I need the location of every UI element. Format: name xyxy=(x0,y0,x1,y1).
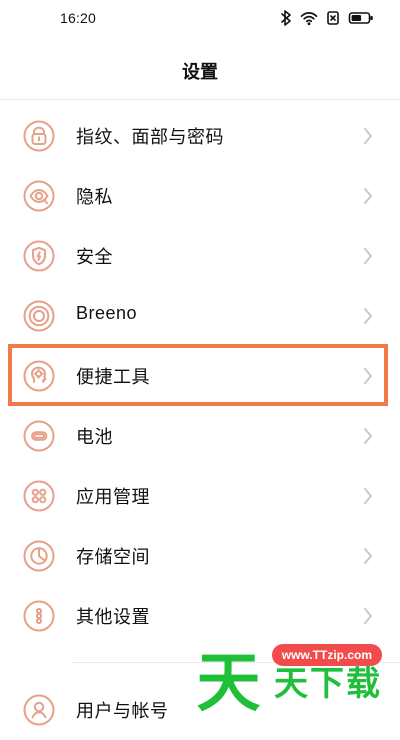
battery-icon xyxy=(23,420,55,452)
apps-grid-icon xyxy=(23,480,55,512)
status-icons xyxy=(280,10,374,26)
settings-item-label: 用户与帐号 xyxy=(76,701,169,721)
page-title: 设置 xyxy=(182,62,218,82)
settings-item-label: 其他设置 xyxy=(76,607,150,627)
settings-item-label: 安全 xyxy=(76,247,113,267)
chevron-right-icon xyxy=(362,606,374,626)
settings-item-battery[interactable]: 电池 xyxy=(0,406,400,466)
head-tools-icon xyxy=(23,360,55,392)
storage-pie-icon xyxy=(23,540,55,572)
settings-item-app-management[interactable]: 应用管理 xyxy=(0,466,400,526)
settings-item-label: 隐私 xyxy=(76,187,113,207)
settings-item-storage[interactable]: 存储空间 xyxy=(0,526,400,586)
settings-item-fingerprint-face-password[interactable]: 指纹、面部与密码 xyxy=(0,106,400,166)
settings-item-label: Breeno xyxy=(76,303,138,323)
privacy-eye-icon xyxy=(23,180,55,212)
chevron-right-icon xyxy=(362,246,374,266)
chevron-right-icon xyxy=(362,306,374,326)
status-bar: 16:20 xyxy=(0,0,400,36)
chevron-right-icon xyxy=(362,546,374,566)
settings-list: 指纹、面部与密码 隐私 安全 Breeno 便捷工具 电池 应用管理 存储空间 … xyxy=(0,106,400,646)
settings-item-breeno[interactable]: Breeno xyxy=(0,286,400,346)
shield-bolt-icon xyxy=(23,240,55,272)
section-divider xyxy=(72,662,400,663)
lock-icon xyxy=(23,120,55,152)
status-time: 16:20 xyxy=(60,10,97,26)
settings-item-label: 电池 xyxy=(76,427,113,447)
settings-item-users-accounts[interactable]: 用户与帐号 xyxy=(0,680,400,740)
settings-item-label: 存储空间 xyxy=(76,547,150,567)
chevron-right-icon xyxy=(362,126,374,146)
sim-x-icon xyxy=(326,10,340,26)
settings-item-convenience-tools[interactable]: 便捷工具 xyxy=(0,346,400,406)
settings-item-security[interactable]: 安全 xyxy=(0,226,400,286)
more-dots-icon xyxy=(23,600,55,632)
settings-item-label: 便捷工具 xyxy=(76,367,150,387)
chevron-right-icon xyxy=(362,486,374,506)
chevron-right-icon xyxy=(362,186,374,206)
wifi-icon xyxy=(300,10,318,26)
settings-item-label: 应用管理 xyxy=(76,487,150,507)
breeno-rings-icon xyxy=(23,300,55,332)
chevron-right-icon xyxy=(362,366,374,386)
settings-screen: 16:20 设置 指纹、面部与密码 隐私 安全 Breeno 便捷工具 电池 应… xyxy=(0,0,400,740)
battery-status-icon xyxy=(348,10,374,26)
chevron-right-icon xyxy=(362,426,374,446)
user-icon xyxy=(23,694,55,726)
settings-item-privacy[interactable]: 隐私 xyxy=(0,166,400,226)
settings-item-label: 指纹、面部与密码 xyxy=(76,127,224,147)
settings-item-other-settings[interactable]: 其他设置 xyxy=(0,586,400,646)
bluetooth-icon xyxy=(280,10,292,26)
title-divider xyxy=(0,99,400,100)
